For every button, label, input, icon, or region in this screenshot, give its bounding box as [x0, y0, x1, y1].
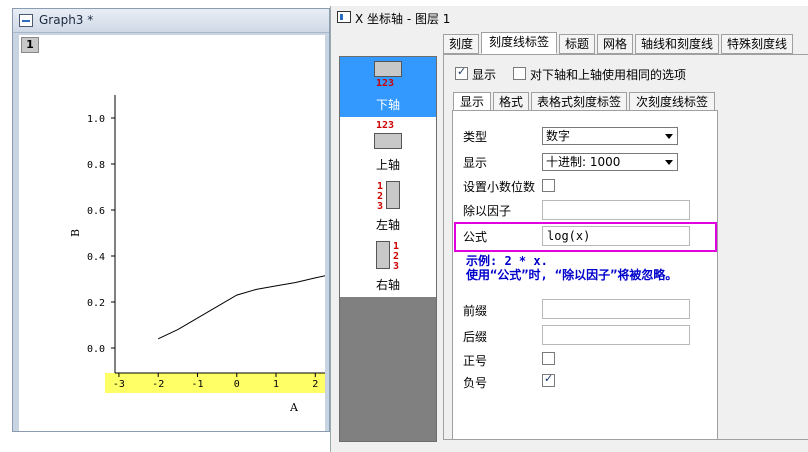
suffix-input[interactable]: [542, 325, 690, 345]
suffix-label: 后缀: [463, 330, 488, 344]
formula-label: 公式: [463, 230, 488, 244]
y-tick-label: 1.0: [87, 114, 105, 125]
divide-factor-label: 除以因子: [463, 204, 512, 218]
axis-item-left[interactable]: 123 左轴: [340, 177, 436, 237]
axis-item-right[interactable]: 123 右轴: [340, 237, 436, 297]
dialog-title: X 坐标轴 - 图层 1: [355, 12, 451, 26]
right-axis-icon: 123: [374, 241, 402, 272]
axis-item-bottom[interactable]: 123 下轴: [340, 57, 436, 117]
plus-sign-checkbox[interactable]: [542, 352, 555, 365]
tab-axis-lines[interactable]: 轴线和刻度线: [635, 34, 719, 54]
display-select[interactable]: 十进制: 1000: [542, 153, 678, 171]
graph-canvas[interactable]: 1 1.0 0.8 0.6 0.4 0.2 0.0 -3 -2 -1 0 1 2 B A: [19, 35, 325, 431]
divide-factor-input[interactable]: [542, 200, 690, 220]
top-axis-icon: 123: [374, 121, 402, 151]
type-value: 数字: [546, 129, 571, 143]
dialog-titlebar[interactable]: X 坐标轴 - 图层 1: [331, 6, 808, 28]
chevron-down-icon: [665, 160, 673, 165]
same-options-label: 对下轴和上轴使用相同的选项: [530, 68, 687, 82]
subtab-minor-labels[interactable]: 次刻度线标签: [629, 92, 715, 112]
minus-sign-label: 负号: [463, 376, 488, 390]
axis-label-right: 右轴: [375, 278, 400, 292]
type-label: 类型: [463, 130, 488, 144]
subtab-format[interactable]: 格式: [493, 92, 529, 112]
show-label: 显示: [472, 68, 497, 82]
y-tick-label: 0.8: [87, 160, 105, 171]
x-tick-label: -1: [191, 379, 203, 390]
y-tick-label: 0.0: [87, 344, 105, 355]
x-axis-title: A: [289, 401, 299, 414]
x-tick-label: 2: [312, 379, 318, 390]
x-tick-label: -2: [152, 379, 164, 390]
y-tick-label: 0.4: [87, 252, 105, 263]
axis-list: 123 下轴 123 上轴 123 左轴 123 右轴: [339, 56, 437, 442]
x-tick-label: 1: [273, 379, 279, 390]
y-axis-title: B: [69, 229, 82, 237]
x-tick-highlight: [105, 373, 325, 393]
prefix-label: 前缀: [463, 304, 488, 318]
display-label: 显示: [463, 156, 488, 170]
type-select[interactable]: 数字: [542, 127, 678, 145]
display-value: 十进制: 1000: [546, 155, 621, 169]
graph-titlebar[interactable]: Graph3 *: [13, 9, 329, 33]
tab-title[interactable]: 标题: [559, 34, 595, 54]
decimal-places-label: 设置小数位数: [463, 180, 536, 194]
y-tick-label: 0.2: [87, 298, 105, 309]
tab-tick-labels[interactable]: 刻度线标签: [481, 32, 557, 54]
axis-item-top[interactable]: 123 上轴: [340, 117, 436, 177]
dialog-icon: [337, 11, 351, 23]
decimal-places-checkbox[interactable]: [542, 179, 555, 192]
same-options-checkbox[interactable]: [513, 67, 526, 80]
subtab-table-labels[interactable]: 表格式刻度标签: [531, 92, 627, 112]
graph-window-title: Graph3 *: [39, 13, 94, 27]
tab-grid[interactable]: 网格: [597, 34, 633, 54]
bottom-axis-icon: 123: [374, 61, 402, 91]
chevron-down-icon: [665, 134, 673, 139]
y-tick-label: 0.6: [87, 206, 105, 217]
minus-sign-checkbox[interactable]: [542, 372, 555, 387]
x-tick-label: -3: [113, 379, 125, 390]
axis-label-top: 上轴: [375, 158, 400, 172]
prefix-input[interactable]: [542, 299, 690, 319]
formula-note: 使用“公式”时, “除以因子”将被忽略。: [466, 268, 678, 282]
plus-sign-label: 正号: [463, 354, 488, 368]
tab-special-ticks[interactable]: 特殊刻度线: [721, 34, 793, 54]
show-checkbox[interactable]: [455, 65, 468, 80]
axis-label-left: 左轴: [375, 218, 400, 232]
graph-window-icon: [19, 14, 33, 27]
subtab-display[interactable]: 显示: [453, 92, 491, 112]
formula-input[interactable]: log(x): [542, 226, 690, 246]
x-tick-label: 0: [234, 379, 240, 390]
left-axis-icon: 123: [374, 181, 402, 212]
series-line: [157, 275, 325, 340]
plot-area: 1.0 0.8 0.6 0.4 0.2 0.0 -3 -2 -1 0 1 2 B A: [69, 95, 325, 414]
axis-label-bottom: 下轴: [375, 98, 400, 112]
graph-window: Graph3 * 1 1.0 0.8 0.6 0.4 0.2 0.0 -3 -2 -1 0 1 2 B A: [12, 8, 330, 432]
tab-scale[interactable]: 刻度: [443, 34, 479, 54]
